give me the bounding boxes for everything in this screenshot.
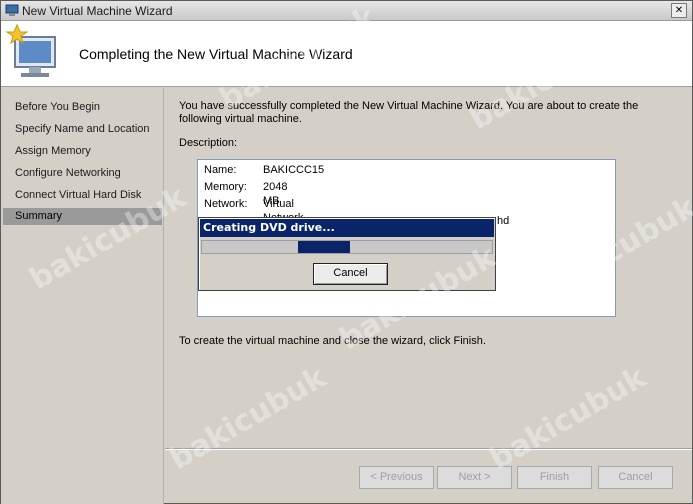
sidebar-item-assign-memory[interactable]: Assign Memory xyxy=(3,143,162,160)
sidebar-item-summary[interactable]: Summary xyxy=(3,208,162,225)
description-label: Description: xyxy=(179,137,238,149)
cancel-button[interactable]: Cancel xyxy=(598,466,673,489)
footer-divider xyxy=(165,448,692,450)
virtual-machine-icon xyxy=(5,4,19,16)
wizard-window: New Virtual Machine Wizard ✕ Completing … xyxy=(0,0,693,504)
sidebar-item-specify-name-and-location[interactable]: Specify Name and Location xyxy=(3,121,162,138)
close-button[interactable]: ✕ xyxy=(671,3,687,18)
progress-bar-fill xyxy=(298,241,350,253)
finish-button[interactable]: Finish xyxy=(517,466,592,489)
description-overflow-text: hd xyxy=(497,215,510,227)
sidebar-item-label: Specify Name and Location xyxy=(15,123,150,135)
progress-bar xyxy=(201,240,493,254)
description-value: BAKICCC15 xyxy=(263,164,325,176)
page-title: Completing the New Virtual Machine Wizar… xyxy=(79,46,353,62)
wizard-steps-sidebar: Before You Begin Specify Name and Locati… xyxy=(1,88,164,504)
wizard-header: Completing the New Virtual Machine Wizar… xyxy=(1,21,692,87)
progress-dialog: Creating DVD drive... Cancel xyxy=(198,217,496,291)
closing-text: To create the virtual machine and close … xyxy=(179,335,486,347)
next-button[interactable]: Next > xyxy=(437,466,512,489)
description-key: Network: xyxy=(204,198,248,210)
sidebar-item-label: Summary xyxy=(15,210,63,222)
progress-cancel-button[interactable]: Cancel xyxy=(313,263,388,285)
description-key: Name: xyxy=(204,164,237,176)
sidebar-item-connect-virtual-hard-disk[interactable]: Connect Virtual Hard Disk xyxy=(3,187,162,204)
previous-button[interactable]: < Previous xyxy=(359,466,434,489)
title-bar[interactable]: New Virtual Machine Wizard ✕ xyxy=(1,1,692,21)
description-key: Memory: xyxy=(204,181,247,193)
new-virtual-machine-icon xyxy=(5,23,56,77)
sidebar-item-label: Configure Networking xyxy=(15,167,121,179)
sidebar-item-configure-networking[interactable]: Configure Networking xyxy=(3,165,162,182)
sidebar-item-label: Before You Begin xyxy=(15,101,101,113)
intro-text: You have successfully completed the New … xyxy=(179,100,639,125)
progress-dialog-title: Creating DVD drive... xyxy=(200,219,494,237)
close-icon: ✕ xyxy=(674,4,684,16)
sidebar-item-before-you-begin[interactable]: Before You Begin xyxy=(3,99,162,116)
window-title: New Virtual Machine Wizard xyxy=(22,4,173,18)
sidebar-item-label: Connect Virtual Hard Disk xyxy=(15,189,142,201)
sidebar-item-label: Assign Memory xyxy=(15,145,91,157)
